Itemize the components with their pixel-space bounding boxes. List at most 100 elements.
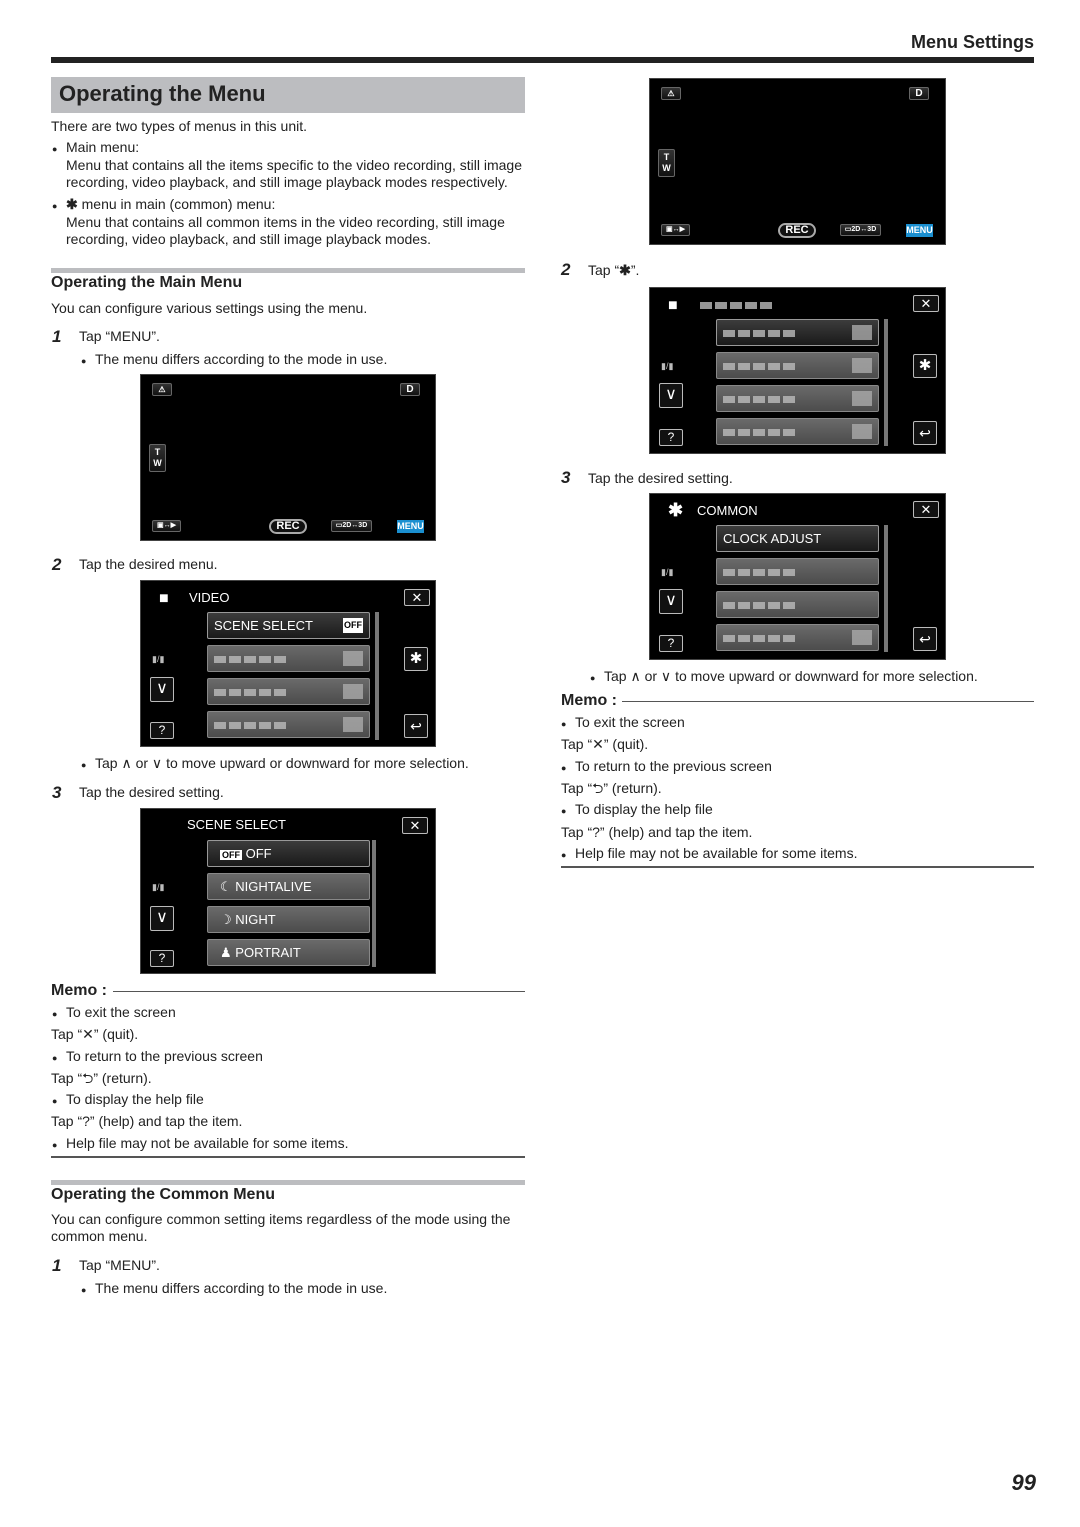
return-button[interactable]: ↩	[404, 714, 428, 738]
menu-item-label: CLOCK ADJUST	[723, 531, 822, 546]
scene-item-nightalive[interactable]: ☾ NIGHTALIVE	[207, 873, 370, 900]
memo-rule	[622, 701, 1034, 702]
scene-item-off[interactable]: OFF OFF	[207, 840, 370, 867]
scrollbar[interactable]	[375, 612, 379, 740]
memo-line: To display the help file	[561, 801, 713, 820]
header-rule	[51, 57, 1034, 63]
help-button[interactable]: ?	[150, 722, 174, 739]
warning-icon[interactable]: ⚠	[152, 383, 172, 396]
section-title: Operating the Menu	[51, 77, 525, 113]
menu-item[interactable]	[716, 558, 879, 585]
memo-line: To exit the screen	[561, 714, 685, 733]
scene-item-label: NIGHTALIVE	[235, 879, 312, 894]
zoom-tele-label: T	[154, 447, 161, 457]
menu-type-main-desc2: recording, video playback, and still ima…	[66, 174, 508, 190]
zoom-wide-label: W	[153, 458, 162, 468]
mode-switch-button[interactable]: ▣↔▶	[152, 520, 181, 532]
zoom-tele-label: T	[663, 152, 670, 162]
close-button[interactable]: ✕	[913, 501, 939, 518]
rec-button[interactable]: REC	[269, 519, 307, 534]
menu-type-main-desc1: Menu that contains all the items specifi…	[66, 157, 523, 173]
menu-item[interactable]	[207, 711, 370, 738]
menu-button[interactable]: MENU	[397, 520, 424, 533]
step-text: Tap the desired setting.	[79, 784, 224, 800]
step-number: 1	[52, 327, 62, 346]
off-icon: OFF	[220, 850, 242, 860]
memo-line: Tap “⮌” (return).	[561, 780, 662, 796]
step-number: 2	[52, 555, 62, 574]
menu-item-label: SCENE SELECT	[214, 618, 313, 633]
scroll-down-button[interactable]: ∨	[150, 906, 174, 931]
help-button[interactable]: ?	[150, 950, 174, 967]
step-text: Tap “MENU”.	[79, 1257, 160, 1273]
scene-item-label: NIGHT	[235, 912, 276, 927]
scene-item-portrait[interactable]: ♟ PORTRAIT	[207, 939, 370, 966]
common-menu-button[interactable]: ✱	[913, 354, 937, 378]
common-menu-button[interactable]: ✱	[404, 647, 428, 671]
close-icon: ✕	[409, 818, 421, 833]
step-text: Tap the desired setting.	[588, 470, 733, 486]
2d-3d-switch-button[interactable]: ▭2D↔3D	[331, 520, 372, 532]
2d-3d-switch-button[interactable]: ▭2D↔3D	[840, 224, 881, 236]
memo-line: Tap “✕” (quit).	[51, 1026, 139, 1042]
menu-item-clock-adjust[interactable]: CLOCK ADJUST	[716, 525, 879, 552]
chevron-down-icon: ∨	[665, 386, 677, 403]
step-text-pre: Tap “	[588, 262, 620, 278]
close-button[interactable]: ✕	[913, 295, 939, 312]
menu-item-scene-select[interactable]: SCENE SELECT OFF	[207, 612, 370, 639]
scrollbar[interactable]	[372, 840, 376, 967]
screen-title: COMMON	[697, 503, 758, 518]
step-text-post: ”.	[630, 262, 640, 278]
scrollbar[interactable]	[884, 525, 888, 652]
menu-button[interactable]: MENU	[906, 224, 933, 237]
memo-line: Help file may not be available for some …	[52, 1135, 348, 1154]
gear-icon: ✱	[619, 262, 631, 278]
rec-button[interactable]: REC	[778, 223, 816, 238]
main-menu-intro: You can configure various settings using…	[51, 300, 368, 316]
memo-end-rule	[51, 1156, 525, 1158]
memo-title: Memo :	[561, 692, 617, 709]
camera-screen: ⚠ D T W ▣↔▶ REC ▭2D↔3D MENU	[649, 78, 946, 245]
menu-item[interactable]	[716, 624, 879, 651]
common-menu-intro1: You can configure common setting items r…	[51, 1211, 511, 1227]
return-button[interactable]: ↩	[913, 627, 937, 651]
video-menu-screen: ■ VIDEO ✕ SCENE SELECT OFF ▮/▮ ∨ ? ✱ ↩	[140, 580, 436, 747]
memo-end-rule	[561, 866, 1034, 868]
step-text: Tap the desired menu.	[79, 556, 218, 572]
warning-icon[interactable]: ⚠	[661, 87, 681, 100]
menu-item[interactable]	[716, 418, 879, 445]
mode-switch-button[interactable]: ▣↔▶	[661, 224, 690, 236]
scroll-down-button[interactable]: ∨	[150, 677, 174, 702]
zoom-button[interactable]: T W	[658, 149, 675, 177]
scene-item-label: PORTRAIT	[235, 945, 301, 960]
menu-item[interactable]	[716, 352, 879, 379]
return-button[interactable]: ↩	[913, 421, 937, 445]
display-button[interactable]: D	[909, 87, 929, 100]
close-icon: ✕	[920, 502, 932, 517]
display-button[interactable]: D	[400, 383, 420, 396]
scroll-down-button[interactable]: ∨	[659, 589, 683, 614]
help-button[interactable]: ?	[659, 429, 683, 446]
menu-item[interactable]	[207, 678, 370, 705]
screen-title-blurred	[700, 297, 775, 315]
menu-item[interactable]	[207, 645, 370, 672]
menu-type-common: ✱ menu in main (common) menu:	[52, 196, 275, 215]
memo-title: Memo :	[51, 982, 107, 999]
step-text: Tap “✱”.	[588, 262, 639, 279]
menu-item[interactable]	[716, 319, 879, 346]
menu-item[interactable]	[716, 385, 879, 412]
screen-title: SCENE SELECT	[187, 817, 286, 832]
scrollbar[interactable]	[884, 319, 888, 446]
menu-type-common-desc1: Menu that contains all common items in t…	[66, 214, 505, 230]
scene-select-screen: SCENE SELECT ✕ OFF OFF ☾ NIGHTALIVE ☽ NI…	[140, 808, 436, 974]
step-number: 1	[52, 1256, 62, 1275]
menu-item[interactable]	[716, 591, 879, 618]
close-button[interactable]: ✕	[402, 817, 428, 834]
close-button[interactable]: ✕	[404, 589, 430, 606]
help-button[interactable]: ?	[659, 635, 683, 652]
memo-line: Help file may not be available for some …	[561, 845, 857, 864]
zoom-button[interactable]: T W	[149, 444, 166, 472]
scene-item-night[interactable]: ☽ NIGHT	[207, 906, 370, 933]
scroll-down-button[interactable]: ∨	[659, 383, 683, 408]
video-camera-icon: ■	[159, 590, 169, 607]
